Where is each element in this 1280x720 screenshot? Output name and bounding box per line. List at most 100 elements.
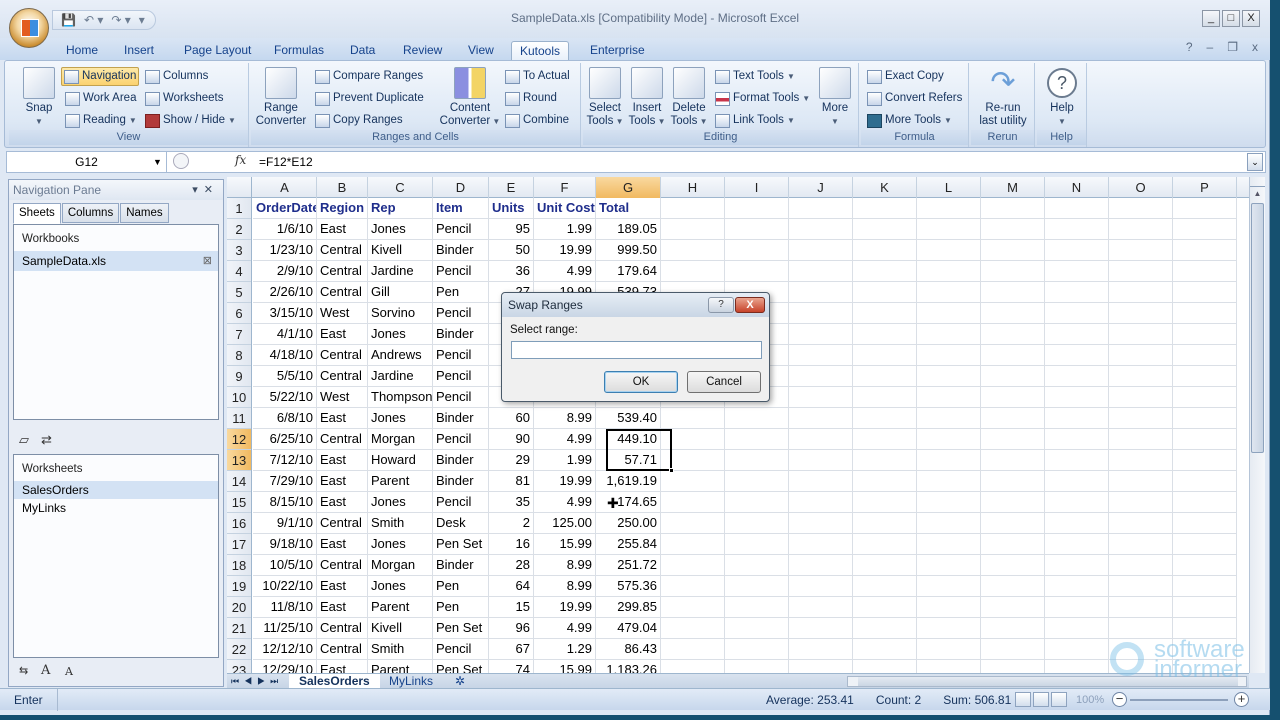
cell[interactable]: Central	[317, 429, 368, 449]
row-header[interactable]: 6	[227, 303, 251, 324]
cell[interactable]: 8/15/10	[253, 492, 317, 512]
cell[interactable]: 8.99	[534, 555, 596, 575]
cell[interactable]	[853, 555, 917, 575]
cell[interactable]: 4/18/10	[253, 345, 317, 365]
row-header[interactable]: 15	[227, 492, 251, 513]
cell[interactable]: Gill	[368, 282, 433, 302]
cell[interactable]	[853, 429, 917, 449]
cell[interactable]: Parent	[368, 660, 433, 673]
cell[interactable]: Units	[489, 198, 534, 218]
ok-button[interactable]: OK	[604, 371, 678, 393]
nav-pane-close-icon[interactable]: ✕	[204, 184, 219, 196]
close-workbook-icon[interactable]: ⊠	[203, 251, 212, 271]
cell[interactable]	[789, 198, 853, 218]
column-header-i[interactable]: I	[725, 177, 789, 198]
cell[interactable]: East	[317, 219, 368, 239]
zoom-in-icon[interactable]: +	[1234, 692, 1249, 707]
row-header[interactable]: 7	[227, 324, 251, 345]
cell[interactable]: Jones	[368, 492, 433, 512]
help-button[interactable]: ? Help ▼	[1041, 67, 1083, 128]
row-header[interactable]: 10	[227, 387, 251, 408]
column-header-j[interactable]: J	[789, 177, 853, 198]
cell[interactable]: 1,619.19	[596, 471, 661, 491]
cell[interactable]	[1109, 639, 1173, 659]
cell[interactable]	[917, 471, 981, 491]
cell[interactable]: Pencil	[433, 429, 489, 449]
cell[interactable]: 4.99	[534, 618, 596, 638]
cell[interactable]	[917, 345, 981, 365]
select-range-input[interactable]	[511, 341, 762, 359]
page-break-view-icon[interactable]	[1051, 692, 1067, 707]
cell[interactable]: Kivell	[368, 618, 433, 638]
cell[interactable]: 67	[489, 639, 534, 659]
cell[interactable]	[1173, 345, 1237, 365]
cell[interactable]: 6/8/10	[253, 408, 317, 428]
row-header[interactable]: 23	[227, 660, 251, 673]
formula-bar-resize-handle[interactable]	[173, 153, 189, 169]
close-button[interactable]: X	[1242, 10, 1260, 27]
cell[interactable]: 96	[489, 618, 534, 638]
cell[interactable]: 81	[489, 471, 534, 491]
vertical-scroll-thumb[interactable]	[1251, 203, 1264, 453]
cell[interactable]	[1109, 408, 1173, 428]
row-header[interactable]: 18	[227, 555, 251, 576]
cell[interactable]	[1109, 282, 1173, 302]
cell[interactable]	[917, 450, 981, 470]
cell[interactable]	[1109, 513, 1173, 533]
cell[interactable]	[789, 303, 853, 323]
cell[interactable]: Jones	[368, 408, 433, 428]
cell[interactable]: Binder	[433, 324, 489, 344]
zoom-out-icon[interactable]: −	[1112, 692, 1127, 707]
cell[interactable]: Kivell	[368, 240, 433, 260]
cell[interactable]	[789, 324, 853, 344]
sheet-tab-salesorders[interactable]: SalesOrders	[289, 674, 380, 689]
cell[interactable]	[789, 219, 853, 239]
cell[interactable]	[853, 282, 917, 302]
column-header-k[interactable]: K	[853, 177, 917, 198]
cell[interactable]: Binder	[433, 471, 489, 491]
cell[interactable]	[1173, 303, 1237, 323]
cell[interactable]	[917, 576, 981, 596]
cell[interactable]	[1109, 303, 1173, 323]
cell[interactable]: 5/22/10	[253, 387, 317, 407]
cell[interactable]: 4/1/10	[253, 324, 317, 344]
row-header[interactable]: 9	[227, 366, 251, 387]
cell[interactable]: Central	[317, 345, 368, 365]
column-header-n[interactable]: N	[1045, 177, 1109, 198]
cell[interactable]: Morgan	[368, 429, 433, 449]
cell[interactable]: Central	[317, 555, 368, 575]
cell[interactable]: 36	[489, 261, 534, 281]
cell[interactable]: 1/23/10	[253, 240, 317, 260]
horizontal-scroll-thumb[interactable]	[858, 677, 1238, 686]
cell[interactable]	[917, 660, 981, 673]
cell[interactable]	[917, 618, 981, 638]
cell[interactable]: Howard	[368, 450, 433, 470]
insert-function-icon[interactable]: fx	[235, 153, 246, 167]
cell[interactable]: 90	[489, 429, 534, 449]
cell[interactable]	[1109, 429, 1173, 449]
cell[interactable]: East	[317, 450, 368, 470]
cell[interactable]: 9/18/10	[253, 534, 317, 554]
cell[interactable]	[725, 492, 789, 512]
cell[interactable]	[1173, 219, 1237, 239]
cell[interactable]: Desk	[433, 513, 489, 533]
nav-tab-columns[interactable]: Columns	[61, 203, 120, 223]
cell[interactable]	[1173, 471, 1237, 491]
row-header[interactable]: 11	[227, 408, 251, 429]
cell[interactable]: 189.05	[596, 219, 661, 239]
text-tools-button[interactable]: Text Tools ▼	[713, 67, 797, 86]
cell[interactable]	[1109, 345, 1173, 365]
cell[interactable]	[853, 450, 917, 470]
cell[interactable]	[661, 534, 725, 554]
cell[interactable]	[789, 282, 853, 302]
cell[interactable]	[853, 513, 917, 533]
cell[interactable]: 10/22/10	[253, 576, 317, 596]
column-header-e[interactable]: E	[489, 177, 534, 198]
cell[interactable]: 999.50	[596, 240, 661, 260]
cell[interactable]	[1173, 261, 1237, 281]
cell[interactable]: Pen	[433, 576, 489, 596]
cell[interactable]	[981, 618, 1045, 638]
cell[interactable]	[725, 639, 789, 659]
cell[interactable]	[725, 261, 789, 281]
cell[interactable]	[661, 660, 725, 673]
